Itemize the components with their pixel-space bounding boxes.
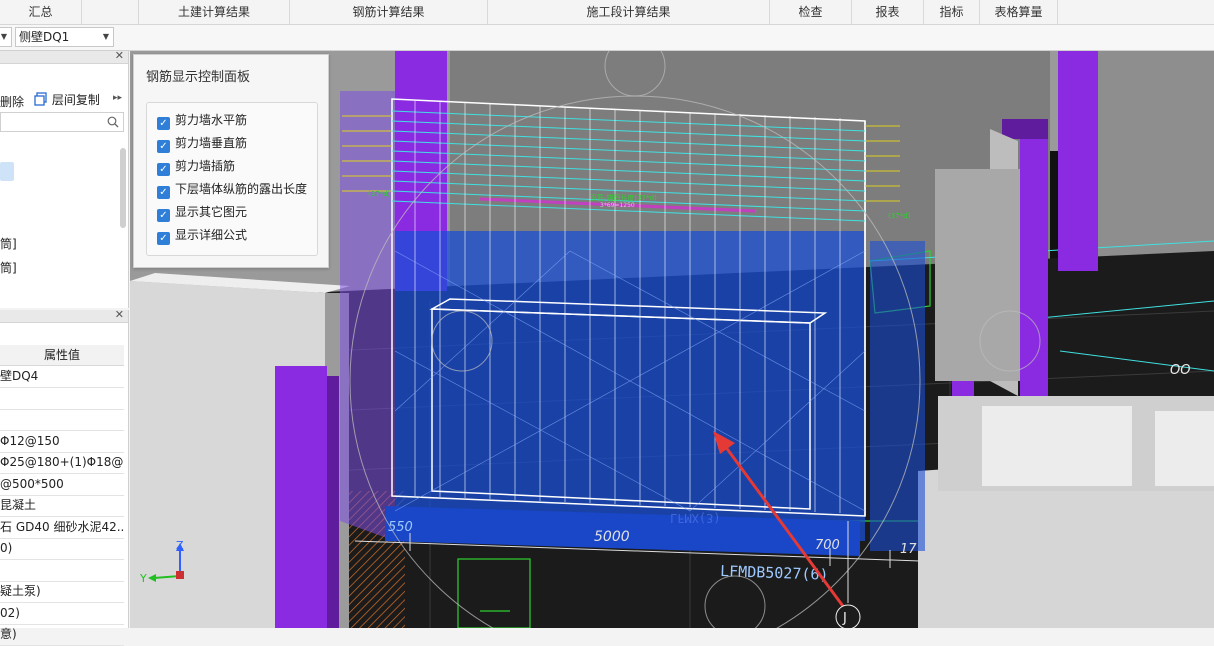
rebar-display-panel: 钢筋显示控制面板 ✓ 剪力墙水平筋 ✓ 剪力墙垂直筋 ✓ 剪力墙插筋 ✓ 下层墙体纵筋的露出长…: [133, 54, 329, 268]
floor-copy-button[interactable]: 层间复制: [34, 91, 100, 108]
list-item[interactable]: 筒]: [0, 235, 17, 252]
tab-civil-results[interactable]: 土建计算结果: [138, 0, 290, 24]
chevron-down-icon: ▼: [102, 32, 109, 41]
purple-column: [275, 366, 327, 628]
shear-wall-blue-side: [870, 241, 925, 551]
component-list-panel: ✕ 删除 层间复制 ▸▸ 筒] 筒]: [0, 49, 129, 308]
axis-z-label: Z: [176, 539, 184, 552]
component-toolbar: ▼ 侧壁DQ1 ▼: [0, 25, 1214, 51]
rebar-option-checkbox[interactable]: ✓ 剪力墙垂直筋: [157, 133, 247, 153]
tab-report[interactable]: 报表: [852, 0, 924, 24]
more-icon[interactable]: ▸▸: [113, 93, 122, 103]
property-row[interactable]: 石 GD40 细砂水泥42...: [0, 517, 124, 539]
tab-table-quantity[interactable]: 表格算量: [980, 0, 1058, 24]
property-row[interactable]: @500*500: [0, 474, 124, 496]
tab-construction-stage-results[interactable]: 施工段计算结果: [488, 0, 770, 24]
rebar-option-checkbox[interactable]: ✓ 下层墙体纵筋的露出长度: [157, 179, 307, 199]
panel-header: ✕: [0, 308, 128, 323]
property-row[interactable]: [0, 560, 124, 582]
delete-label: 删除: [0, 95, 25, 109]
copy-icon: [34, 92, 47, 106]
property-row[interactable]: 疑土泵): [0, 581, 124, 603]
checkbox-checked-icon[interactable]: ✓: [157, 140, 170, 153]
dimension-text-right: 700: [815, 538, 840, 553]
component-combo-value: 侧壁DQ1: [19, 30, 70, 44]
property-row[interactable]: Φ12@150: [0, 431, 124, 453]
chevron-down-icon: ▼: [0, 32, 7, 41]
tab-summary[interactable]: 汇总: [0, 0, 82, 24]
beam-label-ghost: LFMX(3): [670, 511, 721, 525]
property-value-header: 属性值: [0, 345, 124, 366]
rebar-annotation: (37*d): [888, 212, 911, 220]
rebar-options-group: ✓ 剪力墙水平筋 ✓ 剪力墙垂直筋 ✓ 剪力墙插筋 ✓ 下层墙体纵筋的露出长度 ✓ 显示其它图元 ✓…: [146, 102, 318, 256]
scrollbar[interactable]: [120, 148, 126, 228]
shear-wall-blue: [395, 231, 865, 541]
component-combo[interactable]: 侧壁DQ1 ▼: [15, 27, 114, 47]
close-icon[interactable]: ✕: [115, 308, 124, 321]
property-panel: ✕ 属性值 壁DQ4 Φ12@150Φ25@180+(1)Φ18@20@500*5…: [0, 308, 129, 646]
right-text: OO: [1170, 363, 1190, 378]
floor-copy-label: 层间复制: [51, 93, 100, 107]
property-row[interactable]: 意): [0, 624, 124, 646]
delete-button[interactable]: 删除: [0, 93, 24, 110]
property-row[interactable]: 0): [0, 538, 124, 560]
list-item[interactable]: 筒]: [0, 259, 17, 276]
rebar-option-label: 显示其它图元: [175, 205, 248, 219]
floor-combo[interactable]: ▼: [0, 27, 12, 47]
rebar-formula: 3*69=1250: [600, 202, 635, 209]
panel-header: ✕: [0, 49, 128, 64]
rebar-annotation: (37*d): [368, 190, 391, 198]
tab-check[interactable]: 检查: [770, 0, 852, 24]
rebar-option-checkbox[interactable]: ✓ 剪力墙水平筋: [157, 110, 247, 130]
close-icon[interactable]: ✕: [115, 49, 124, 62]
axis-label: J: [842, 611, 847, 626]
rebar-option-checkbox[interactable]: ✓ 显示详细公式: [157, 225, 247, 245]
rebar-option-label: 剪力墙垂直筋: [175, 136, 248, 150]
property-row[interactable]: Φ25@180+(1)Φ18@20: [0, 452, 124, 474]
selected-list-item[interactable]: [0, 162, 14, 181]
dimension-text-main: 5000: [594, 529, 630, 545]
axis-y-label: Y: [139, 572, 147, 585]
rebar-option-label: 下层墙体纵筋的露出长度: [175, 182, 308, 196]
purple-column: [1058, 51, 1098, 271]
property-row[interactable]: 02): [0, 603, 124, 625]
wall-end-translucent: [340, 91, 395, 541]
checkbox-checked-icon[interactable]: ✓: [157, 232, 170, 245]
right-wall-face: [1155, 411, 1214, 486]
checkbox-checked-icon[interactable]: ✓: [157, 163, 170, 176]
rebar-option-label: 显示详细公式: [175, 228, 248, 242]
dimension-text-far: 17: [900, 542, 917, 557]
search-icon: [107, 116, 119, 128]
property-row[interactable]: 壁DQ4: [0, 366, 124, 388]
checkbox-checked-icon[interactable]: ✓: [157, 117, 170, 130]
right-wall-side: [935, 169, 1020, 381]
axis-bubble: [835, 604, 861, 628]
checkbox-checked-icon[interactable]: ✓: [157, 186, 170, 199]
purple-column-cap: [1002, 119, 1048, 139]
checkbox-checked-icon[interactable]: ✓: [157, 209, 170, 222]
search-input[interactable]: [0, 112, 124, 132]
tab-index[interactable]: 指标: [924, 0, 980, 24]
dimension-text-left: 550: [388, 520, 413, 535]
rebar-option-checkbox[interactable]: ✓ 显示其它图元: [157, 202, 247, 222]
right-wall-face: [982, 406, 1132, 486]
purple-column-side: [327, 376, 339, 628]
property-row[interactable]: 昆凝土: [0, 495, 124, 517]
ribbon-tabs: 汇总 土建计算结果 钢筋计算结果 施工段计算结果 检查 报表 指标 表格算量: [0, 0, 1214, 25]
rebar-option-checkbox[interactable]: ✓ 剪力墙插筋: [157, 156, 235, 176]
rebar-note: 直筋-锚固长度(37*d): [590, 193, 657, 202]
property-row[interactable]: [0, 409, 124, 431]
rebar-panel-title: 钢筋显示控制面板: [146, 70, 251, 85]
tab-rebar-results[interactable]: 钢筋计算结果: [290, 0, 488, 24]
rebar-option-label: 剪力墙插筋: [175, 159, 236, 173]
rebar-option-label: 剪力墙水平筋: [175, 113, 248, 127]
property-row[interactable]: [0, 388, 124, 410]
